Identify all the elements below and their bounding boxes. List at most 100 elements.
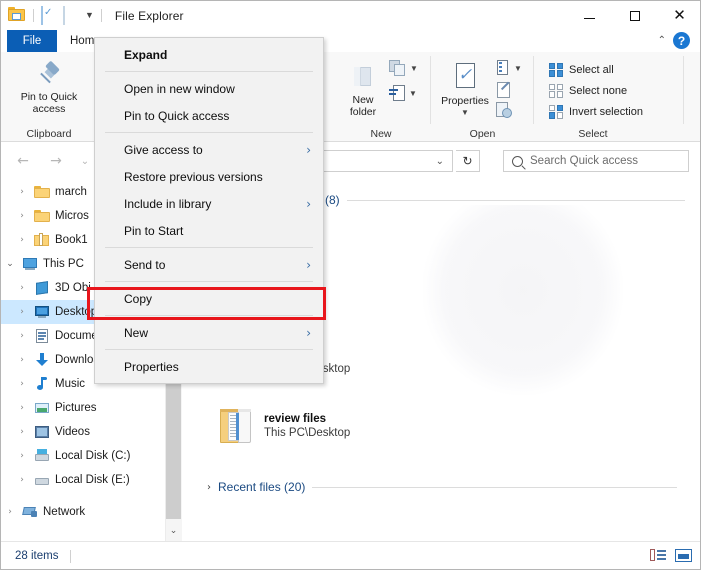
details-view-icon[interactable] [650, 548, 667, 563]
sidebar-item-label: march [55, 186, 87, 198]
chevron-right-icon[interactable]: › [15, 451, 29, 461]
group-header-recent-files[interactable]: › Recent files (20) [207, 480, 677, 494]
context-menu-item-pin-to-quick-access[interactable]: Pin to Quick access [95, 102, 323, 129]
status-bar: 28 items [1, 541, 701, 570]
context-menu-separator [105, 281, 313, 282]
chevron-right-icon: › [306, 326, 311, 340]
context-menu-item-new[interactable]: New › [95, 319, 323, 346]
chevron-right-icon[interactable]: › [15, 307, 29, 317]
search-input[interactable]: Search Quick access [503, 150, 689, 172]
sidebar-item-local-disk-c[interactable]: › Local Disk (C:) [1, 444, 181, 468]
maximize-button[interactable] [612, 1, 657, 30]
new-folder-icon[interactable] [63, 7, 81, 25]
view-buttons [650, 548, 692, 563]
chevron-right-icon[interactable]: › [15, 283, 29, 293]
sidebar-item-videos[interactable]: › Videos [1, 420, 181, 444]
select-all-button[interactable]: Select all [549, 59, 643, 80]
close-button[interactable]: ✕ [657, 1, 701, 30]
ribbon-group-label-select: Select [534, 128, 652, 140]
file-name: review files [264, 413, 350, 425]
context-menu-item-properties[interactable]: Properties [95, 353, 323, 380]
context-menu-item-expand[interactable]: Expand [95, 41, 323, 68]
scroll-down-icon[interactable]: ⌄ [165, 522, 182, 540]
chevron-right-icon[interactable]: › [3, 507, 17, 517]
window-title: File Explorer [115, 9, 184, 23]
sidebar-item-label: 3D Obj [55, 282, 91, 294]
group-header-quick-access[interactable]: (8) [325, 193, 685, 207]
context-menu-item-give-access-to[interactable]: Give access to › [95, 136, 323, 163]
chevron-right-icon: › [306, 197, 311, 211]
minimize-button[interactable] [567, 1, 612, 30]
open-with-button[interactable]: ▼ [496, 60, 522, 76]
chevron-down-icon[interactable]: ▼ [461, 108, 469, 117]
new-item-button[interactable]: ▼ [389, 60, 418, 77]
disk-c-icon [34, 448, 50, 464]
chevron-down-icon[interactable]: ▼ [410, 64, 418, 73]
chevron-right-icon[interactable]: › [15, 331, 29, 341]
disk-e-icon [34, 472, 50, 488]
pin-icon [35, 60, 63, 88]
zip-icon [34, 232, 50, 248]
help-icon[interactable]: ? [673, 32, 690, 49]
context-menu-item-label: Send to [124, 258, 165, 272]
recent-locations-button[interactable]: ⌄ [75, 152, 95, 170]
ribbon-group-label-clipboard: Clipboard [1, 128, 97, 140]
chevron-down-icon[interactable]: ⌄ [3, 259, 17, 269]
context-menu-item-copy[interactable]: Copy [95, 285, 323, 312]
qat-divider-2 [101, 9, 102, 22]
chevron-right-icon: › [306, 258, 311, 272]
sidebar-item-network[interactable]: › Network [1, 500, 181, 524]
context-menu-item-label: Give access to [124, 143, 203, 157]
chevron-right-icon[interactable]: › [15, 187, 29, 197]
forward-button[interactable]: → [46, 152, 66, 170]
chevron-right-icon: › [306, 143, 311, 157]
pin-to-quick-access-button[interactable]: Pin to Quick access [1, 52, 97, 115]
new-folder-icon [349, 63, 377, 91]
chevron-down-icon[interactable]: ▼ [85, 11, 94, 20]
sidebar-item-label: Desktop [55, 306, 97, 318]
large-icons-view-icon[interactable] [675, 548, 692, 563]
context-menu-item-send-to[interactable]: Send to › [95, 251, 323, 278]
chevron-right-icon[interactable]: › [15, 235, 29, 245]
chevron-down-icon[interactable]: ▼ [409, 89, 417, 98]
select-none-button[interactable]: Select none [549, 80, 643, 101]
chevron-right-icon[interactable]: › [15, 379, 29, 389]
chevron-down-icon[interactable]: ⌄ [436, 156, 444, 167]
ribbon-group-label-open: Open [431, 128, 534, 140]
chevron-right-icon[interactable]: › [15, 403, 29, 413]
sidebar-item-label: Pictures [55, 402, 97, 414]
context-menu-item-open-in-new-window[interactable]: Open in new window [95, 75, 323, 102]
context-menu-separator [105, 132, 313, 133]
chevron-right-icon[interactable]: › [15, 475, 29, 485]
invert-selection-label: Invert selection [569, 106, 643, 118]
chevron-right-icon[interactable]: › [15, 211, 29, 221]
context-menu-item-pin-to-start[interactable]: Pin to Start [95, 217, 323, 244]
folder-icon [34, 184, 50, 200]
refresh-button[interactable]: ↻ [456, 150, 480, 172]
properties-icon[interactable] [41, 7, 59, 25]
sidebar-item-pictures[interactable]: › Pictures [1, 396, 181, 420]
chevron-right-icon[interactable]: › [15, 355, 29, 365]
folder-icon[interactable] [8, 7, 26, 25]
easy-access-button[interactable]: ▼ [389, 84, 417, 102]
select-none-icon [549, 84, 563, 98]
ribbon-group-label-new: New [331, 128, 431, 140]
folder-icon [34, 208, 50, 224]
sidebar-item-label: Music [55, 378, 85, 390]
tab-file[interactable]: File [7, 30, 57, 52]
desktop-icon [34, 304, 50, 320]
back-button[interactable]: ← [13, 152, 33, 170]
collapse-ribbon-icon[interactable]: ⌃ [658, 35, 666, 46]
context-menu-item-include-in-library[interactable]: Include in library › [95, 190, 323, 217]
sidebar-item-local-disk-e[interactable]: › Local Disk (E:) [1, 468, 181, 492]
invert-selection-button[interactable]: Invert selection [549, 101, 643, 122]
list-item[interactable]: review files This PC\Desktop [219, 407, 350, 445]
context-menu-item-restore-previous-versions[interactable]: Restore previous versions [95, 163, 323, 190]
music-icon [34, 376, 50, 392]
properties-button[interactable]: ✓ Properties ▼ [433, 57, 497, 117]
chevron-right-icon[interactable]: › [207, 482, 211, 493]
3d-objects-icon [34, 280, 50, 296]
chevron-right-icon[interactable]: › [15, 427, 29, 437]
chevron-down-icon[interactable]: ▼ [514, 64, 522, 73]
new-folder-button[interactable]: New folder [337, 58, 389, 118]
